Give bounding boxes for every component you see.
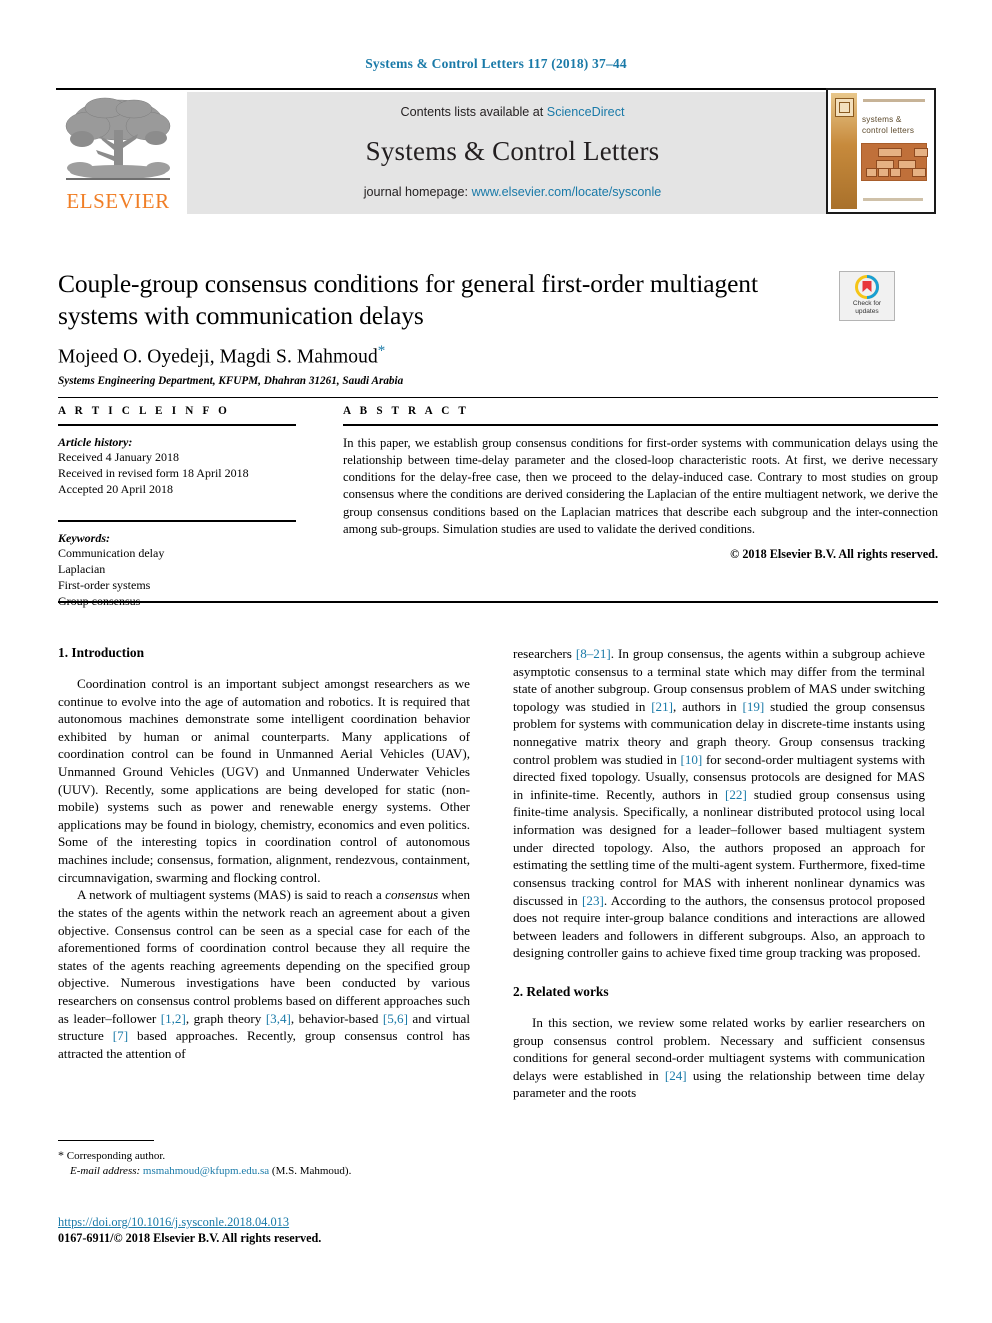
contents-prefix: Contents lists available at	[400, 105, 547, 119]
article-info-column: A R T I C L E I N F O Article history: R…	[58, 405, 296, 610]
text-run: A network of multiagent systems (MAS) is…	[77, 887, 386, 903]
title-block: Couple-group consensus conditions for ge…	[58, 268, 828, 387]
author-list: Mojeed O. Oyedeji, Magdi S. Mahmoud*	[58, 343, 828, 369]
elsevier-wordmark: ELSEVIER	[66, 189, 170, 213]
abstract-rule	[343, 424, 938, 426]
crossmark-line1: Check for	[852, 300, 882, 307]
citation-link[interactable]: [8–21]	[576, 646, 611, 661]
crossmark-icon	[855, 275, 879, 299]
elsevier-tree-icon	[65, 97, 171, 180]
abstract-column: A B S T R A C T In this paper, we establ…	[343, 405, 938, 562]
homepage-prefix: journal homepage:	[363, 185, 472, 199]
keywords-group: Keywords: Communication delay Laplacian …	[58, 531, 296, 610]
body-column-right: researchers [8–21]. In group consensus, …	[513, 645, 925, 1102]
corresponding-author-marker: *	[377, 343, 386, 360]
paragraph-intro-3: researchers [8–21]. In group consensus, …	[513, 645, 925, 962]
keyword-item: Laplacian	[58, 561, 106, 576]
doi-link[interactable]: https://doi.org/10.1016/j.sysconle.2018.…	[58, 1215, 528, 1230]
citation-link[interactable]: [10]	[680, 752, 702, 767]
footnote-rule	[58, 1140, 154, 1141]
keyword-item: First-order systems	[58, 577, 151, 592]
crossmark-label: Check for updates	[840, 300, 894, 316]
citation-link[interactable]: [1,2]	[161, 1011, 186, 1026]
article-history-item: Accepted 20 April 2018	[58, 481, 173, 496]
footnote-corresponding-text: Corresponding author.	[64, 1150, 166, 1162]
keywords-label: Keywords:	[58, 530, 110, 545]
citation-link[interactable]: [7]	[113, 1028, 128, 1043]
citation-link[interactable]: [23]	[582, 893, 604, 908]
issn-copyright-line: 0167-6911/© 2018 Elsevier B.V. All right…	[58, 1231, 322, 1245]
citation-link[interactable]: [5,6]	[383, 1011, 408, 1026]
footnote-email-line: E-mail address: msmahmoud@kfupm.edu.sa (…	[58, 1164, 470, 1179]
citation-link[interactable]: [3,4]	[266, 1011, 291, 1026]
sciencedirect-link[interactable]: ScienceDirect	[547, 105, 625, 119]
cover-block-diagram	[861, 143, 928, 181]
running-head: Systems & Control Letters 117 (2018) 37–…	[365, 56, 627, 71]
text-run: researchers	[513, 646, 576, 661]
journal-masthead: ELSEVIER Contents lists available at Sci…	[56, 88, 936, 214]
copyright-line: © 2018 Elsevier B.V. All rights reserved…	[730, 546, 938, 561]
section-heading-related-works: 2. Related works	[513, 983, 609, 999]
citation-link[interactable]: [22]	[725, 787, 747, 802]
text-emphasis: consensus	[385, 887, 439, 903]
article-info-heading: A R T I C L E I N F O	[58, 405, 231, 417]
paragraph-intro-2: A network of multiagent systems (MAS) is…	[58, 886, 470, 1062]
page-footer: https://doi.org/10.1016/j.sysconle.2018.…	[58, 1215, 528, 1246]
cover-title: systems & control letters	[862, 115, 927, 136]
text-run: , authors in	[673, 698, 743, 714]
contents-list-line: Contents lists available at ScienceDirec…	[187, 105, 838, 119]
masthead-top-rule	[56, 88, 838, 90]
journal-cover-thumbnail: systems & control letters	[826, 88, 936, 214]
section-heading-introduction: 1. Introduction	[58, 645, 145, 660]
cover-inner: systems & control letters	[831, 93, 931, 209]
cover-publisher-mark	[835, 98, 854, 117]
citation-link[interactable]: [21]	[651, 699, 673, 714]
cover-title-line2: control letters	[862, 125, 915, 135]
crossmark-line2: updates	[855, 308, 879, 316]
article-title: Couple-group consensus conditions for ge…	[58, 269, 758, 331]
cover-bottom-ruleline	[863, 198, 923, 201]
text-run: , behavior-based	[290, 1010, 383, 1026]
cover-top-ruleline	[863, 99, 925, 102]
citation-link[interactable]: [19]	[742, 699, 764, 714]
affiliation: Systems Engineering Department, KFUPM, D…	[58, 374, 404, 387]
crossmark-badge[interactable]: Check for updates	[839, 271, 895, 321]
footnote-corresponding-line: * Corresponding author.	[58, 1147, 470, 1164]
author-names: Mojeed O. Oyedeji, Magdi S. Mahmoud	[58, 346, 378, 368]
article-history-label: Article history:	[58, 435, 133, 449]
keywords-rule	[58, 519, 296, 522]
article-first-page: Systems & Control Letters 117 (2018) 37–…	[0, 0, 992, 1323]
abstract-heading: A B S T R A C T	[343, 405, 470, 417]
masthead-center-panel: Contents lists available at ScienceDirec…	[187, 92, 838, 214]
body-column-left: 1. Introduction Coordination control is …	[58, 645, 470, 1062]
keyword-item: Communication delay	[58, 545, 165, 560]
info-abstract-top-rule	[58, 397, 938, 398]
journal-homepage-line: journal homepage: www.elsevier.com/locat…	[187, 185, 838, 199]
text-run: when the states of the agents within the…	[58, 887, 470, 1026]
paragraph-intro-1: Coordination control is an important sub…	[58, 676, 470, 885]
elsevier-logo: ELSEVIER	[56, 92, 180, 214]
email-label: E-mail address:	[70, 1165, 141, 1178]
article-history-group: Article history: Received 4 January 2018…	[58, 435, 296, 498]
journal-title: Systems & Control Letters	[365, 136, 660, 166]
paragraph-related-1: In this section, we review some related …	[513, 1014, 925, 1102]
email-link[interactable]: msmahmoud@kfupm.edu.sa	[143, 1165, 269, 1177]
article-history-item: Received 4 January 2018	[58, 450, 179, 464]
article-info-rule	[58, 424, 296, 426]
info-abstract-bottom-rule	[58, 601, 938, 603]
email-suffix: (M.S. Mahmoud).	[269, 1165, 352, 1178]
cover-title-line1: systems &	[862, 115, 902, 124]
citation-link[interactable]: [24]	[665, 1068, 687, 1083]
abstract-text: In this paper, we establish group consen…	[343, 436, 938, 536]
journal-homepage-link[interactable]: www.elsevier.com/locate/sysconle	[472, 185, 662, 199]
article-history-item: Received in revised form 18 April 2018	[58, 465, 249, 480]
corresponding-author-footnote: * Corresponding author. E-mail address: …	[58, 1140, 470, 1180]
text-run: , graph theory	[185, 1010, 266, 1026]
text-run: studied group consensus using finite-tim…	[513, 786, 926, 908]
